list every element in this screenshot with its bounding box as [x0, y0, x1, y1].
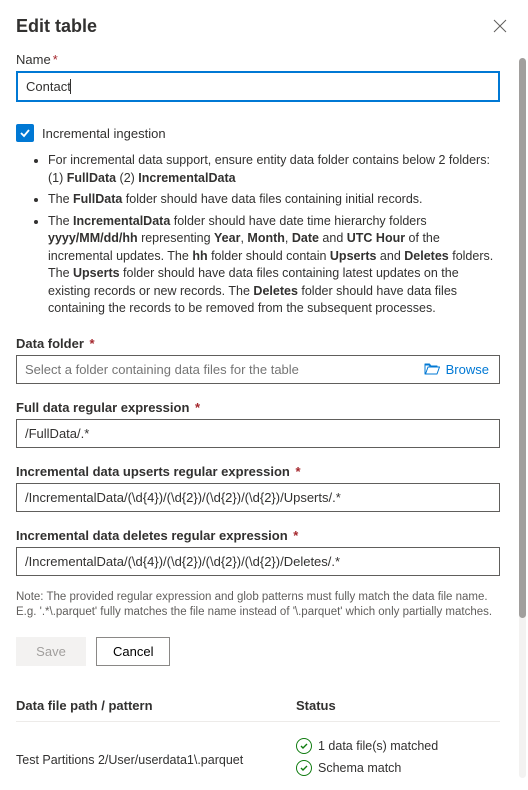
save-button: Save — [16, 637, 86, 666]
required-indicator: * — [292, 464, 301, 479]
required-indicator: * — [290, 528, 299, 543]
status-matched-text: 1 data file(s) matched — [318, 739, 438, 753]
incremental-info-list: For incremental data support, ensure ent… — [16, 152, 500, 318]
info-bullet-1: For incremental data support, ensure ent… — [48, 152, 500, 187]
full-regex-input[interactable] — [16, 419, 500, 448]
edit-table-panel: Edit table Name* Contact Incremental ing… — [0, 0, 528, 790]
full-regex-label: Full data regular expression * — [16, 400, 500, 415]
text-caret — [70, 79, 71, 94]
panel-header: Edit table — [0, 0, 528, 44]
data-folder-label: Data folder * — [16, 336, 500, 351]
incremental-checkbox[interactable] — [16, 124, 34, 142]
deletes-regex-field: Incremental data deletes regular express… — [16, 528, 500, 576]
name-field: Name* Contact — [16, 52, 500, 102]
close-icon — [493, 19, 507, 33]
status-matched: 1 data file(s) matched — [296, 738, 500, 754]
cancel-button[interactable]: Cancel — [96, 637, 170, 666]
incremental-checkbox-row: Incremental ingestion — [16, 124, 500, 142]
upserts-regex-field: Incremental data upserts regular express… — [16, 464, 500, 512]
action-buttons: Save Cancel — [16, 637, 500, 666]
folder-open-icon — [424, 362, 440, 376]
close-button[interactable] — [488, 14, 512, 38]
scrollbar-track[interactable] — [519, 58, 526, 778]
name-label-text: Name — [16, 52, 51, 67]
scrollbar-thumb[interactable] — [519, 58, 526, 618]
incremental-checkbox-label: Incremental ingestion — [42, 126, 166, 141]
table-header-path: Data file path / pattern — [16, 698, 296, 713]
panel-title: Edit table — [16, 16, 97, 37]
status-schema-text: Schema match — [318, 761, 401, 775]
name-input[interactable]: Contact — [16, 71, 500, 102]
browse-button[interactable]: Browse — [414, 356, 499, 383]
deletes-regex-label: Incremental data deletes regular express… — [16, 528, 500, 543]
status-schema: Schema match — [296, 760, 500, 776]
checkmark-icon — [19, 127, 31, 139]
required-indicator: * — [53, 52, 58, 67]
required-indicator: * — [86, 336, 95, 351]
upserts-regex-label: Incremental data upserts regular express… — [16, 464, 500, 479]
panel-body: Name* Contact Incremental ingestion For … — [0, 52, 516, 790]
file-table-header: Data file path / pattern Status — [16, 690, 500, 722]
browse-label: Browse — [446, 362, 489, 377]
name-label: Name* — [16, 52, 500, 67]
data-folder-input[interactable] — [17, 356, 414, 383]
data-folder-field: Data folder * Browse — [16, 336, 500, 384]
info-bullet-2: The FullData folder should have data fil… — [48, 191, 500, 209]
full-regex-field: Full data regular expression * — [16, 400, 500, 448]
info-bullet-3: The IncrementalData folder should have d… — [48, 213, 500, 318]
regex-note: Note: The provided regular expression an… — [16, 590, 500, 621]
file-path-cell: Test Partitions 2/User/userdata1\.parque… — [16, 753, 296, 767]
upserts-regex-input[interactable] — [16, 483, 500, 512]
check-circle-icon — [296, 738, 312, 754]
data-folder-row: Browse — [16, 355, 500, 384]
table-row: Test Partitions 2/User/userdata1\.parque… — [16, 722, 500, 782]
required-indicator: * — [191, 400, 200, 415]
file-status-cell: 1 data file(s) matched Schema match — [296, 738, 500, 782]
table-header-status: Status — [296, 698, 500, 713]
name-input-value: Contact — [26, 79, 71, 94]
check-circle-icon — [296, 760, 312, 776]
deletes-regex-input[interactable] — [16, 547, 500, 576]
